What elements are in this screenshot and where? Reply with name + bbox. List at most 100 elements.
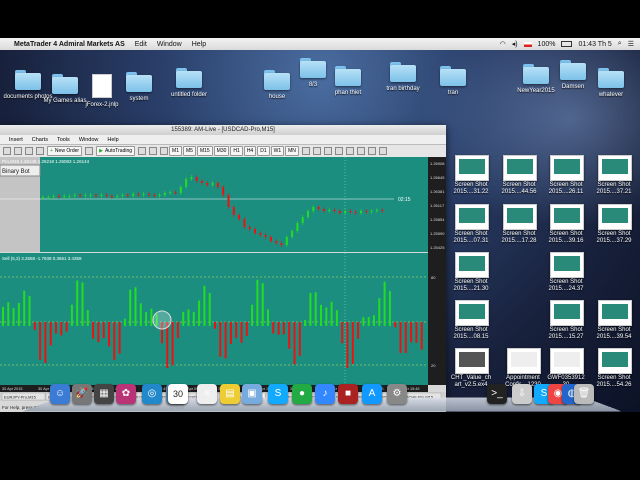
screenshot-file-icon[interactable] (550, 252, 584, 278)
profiles-icon[interactable] (14, 147, 22, 155)
screenshot-file-icon[interactable] (455, 300, 489, 326)
wmenu-help[interactable]: Help (107, 137, 118, 143)
desktop-top-0-folder-icon[interactable] (264, 70, 290, 90)
screenshot-file-label[interactable]: 2015....21.30 (446, 286, 496, 293)
screenshot-file-label[interactable]: 2015....17.28 (494, 238, 544, 245)
menu-window[interactable]: Window (157, 41, 182, 48)
zoom-in-icon[interactable] (301, 147, 310, 155)
menu-edit[interactable]: Edit (135, 41, 147, 48)
desktop-top-7-folder-icon[interactable] (598, 68, 624, 88)
timeframe-d1-button[interactable]: D1 (257, 146, 270, 156)
desktop-left-3-label[interactable]: system (114, 96, 164, 103)
desktop-file-icon[interactable] (550, 348, 584, 374)
desktop-top-2-label[interactable]: phan thiet (323, 90, 373, 97)
desktop-file-icon[interactable] (598, 348, 632, 374)
timeframe-mn-button[interactable]: MN (285, 146, 299, 156)
screenshot-file-icon[interactable] (598, 300, 632, 326)
notification-center-icon[interactable]: ☰ (628, 40, 634, 48)
finder-icon[interactable]: ☺ (50, 384, 70, 404)
desktop-left-4-label[interactable]: untitled folder (164, 92, 214, 99)
screenshot-file-label[interactable]: Screen Shot (589, 327, 639, 334)
desktop-top-6-label[interactable]: Damsen (548, 84, 598, 91)
desktop-top-7-label[interactable]: whatever (586, 92, 636, 99)
wmenu-window[interactable]: Window (79, 137, 99, 143)
desktop-file-icon[interactable] (507, 348, 541, 374)
desktop-top-0-label[interactable]: house (252, 94, 302, 101)
desktop-top-1-label[interactable]: 8/3 (288, 82, 338, 89)
wmenu-tools[interactable]: Tools (57, 137, 70, 143)
desktop-file-label[interactable]: GWF0353912 (541, 375, 591, 382)
app-store-icon[interactable]: A (362, 384, 382, 404)
desktop-left-1-folder-icon[interactable] (52, 74, 78, 94)
tile-icon[interactable] (323, 147, 332, 155)
screenshot-file-label[interactable]: Screen Shot (446, 231, 496, 238)
clock[interactable]: 01:43 Th 5 (578, 41, 611, 48)
battery-icon[interactable] (561, 41, 573, 47)
trash-icon[interactable]: 🗑 (574, 384, 594, 404)
open-chart-icon[interactable] (3, 147, 11, 155)
menu-app-name[interactable]: MetaTrader 4 Admiral Markets AS (14, 41, 125, 48)
skype-icon[interactable]: S (268, 384, 288, 404)
desktop-top-3-label[interactable]: tran birthday (378, 86, 428, 93)
autotrading-button[interactable]: ▶ AutoTrading (96, 146, 136, 156)
desktop-top-6-folder-icon[interactable] (560, 60, 586, 80)
desktop-top-1-folder-icon[interactable] (300, 58, 326, 78)
battery-percent[interactable]: 100% (538, 41, 556, 48)
screenshot-file-label[interactable]: Screen Shot (541, 182, 591, 189)
chart-shift-icon[interactable] (345, 147, 354, 155)
screenshot-file-label[interactable]: Screen Shot (446, 182, 496, 189)
spotlight-icon[interactable]: ⌕ (618, 40, 622, 48)
screenshot-file-label[interactable]: Screen Shot (541, 279, 591, 286)
metaeditor-icon[interactable] (85, 147, 94, 155)
screenshot-file-icon[interactable] (550, 155, 584, 181)
timeframe-m5-button[interactable]: M5 (182, 146, 196, 156)
wifi-icon[interactable]: ◠ (500, 40, 506, 48)
line-chart-icon[interactable] (160, 147, 169, 155)
screenshot-file-label[interactable]: 2015....15.27 (541, 334, 591, 341)
wmenu-insert[interactable]: Insert (9, 137, 23, 143)
screenshot-file-label[interactable]: 2015....26.11 (541, 189, 591, 196)
screenshot-file-label[interactable]: 2015....37.21 (589, 189, 639, 196)
screenshot-file-label[interactable]: Screen Shot (446, 279, 496, 286)
screenshot-file-label[interactable]: 2015....31.22 (446, 189, 496, 196)
screenshot-file-icon[interactable] (455, 252, 489, 278)
stickies-icon[interactable]: ▤ (220, 384, 240, 404)
screenshot-file-label[interactable]: 2015....39.54 (589, 334, 639, 341)
photo-booth-icon[interactable]: ■ (338, 384, 358, 404)
desktop-top-2-folder-icon[interactable] (335, 66, 361, 86)
system-preferences-icon[interactable]: ⚙ (387, 384, 407, 404)
screenshot-file-label[interactable]: Screen Shot (541, 327, 591, 334)
screenshot-file-label[interactable]: Screen Shot (589, 182, 639, 189)
wmenu-charts[interactable]: Charts (32, 137, 48, 143)
notes-icon[interactable]: ≡ (197, 384, 217, 404)
templates-icon[interactable] (378, 147, 387, 155)
bar-chart-icon[interactable] (138, 147, 147, 155)
desktop-top-4-folder-icon[interactable] (440, 66, 466, 86)
desktop-file-icon[interactable] (455, 348, 489, 374)
screenshot-file-label[interactable]: Screen Shot (494, 231, 544, 238)
downloads-icon[interactable]: ⇩ (512, 384, 532, 404)
screenshot-file-icon[interactable] (455, 204, 489, 230)
screenshot-file-label[interactable]: 2015....37.29 (589, 238, 639, 245)
new-order-button[interactable]: + New Order (47, 146, 83, 156)
desktop-file-label[interactable]: Screen Shot (589, 375, 639, 382)
screenshot-file-label[interactable]: 2015....44.56 (494, 189, 544, 196)
desktop-top-4-label[interactable]: tran (428, 90, 478, 97)
navigator-icon[interactable] (36, 147, 44, 155)
timeframe-m15-button[interactable]: M15 (196, 146, 213, 156)
launchpad-icon[interactable]: 🚀 (72, 384, 92, 404)
timeframe-w1-button[interactable]: W1 (270, 146, 285, 156)
timeframe-m30-button[interactable]: M30 (213, 146, 230, 156)
volume-icon[interactable]: ◂) (512, 40, 518, 48)
screenshot-file-icon[interactable] (503, 155, 537, 181)
zoom-out-icon[interactable] (312, 147, 321, 155)
screenshot-file-label[interactable]: 2015....39.16 (541, 238, 591, 245)
screenshot-file-label[interactable]: Screen Shot (589, 231, 639, 238)
desktop-left-4-folder-icon[interactable] (176, 68, 202, 88)
screenshot-file-icon[interactable] (455, 155, 489, 181)
screenshot-file-label[interactable]: 2015....24.37 (541, 286, 591, 293)
indicators-icon[interactable] (356, 147, 365, 155)
screenshot-file-label[interactable]: 2015....07.31 (446, 238, 496, 245)
mission-control-icon[interactable]: ▦ (94, 384, 114, 404)
screenshot-file-icon[interactable] (550, 204, 584, 230)
